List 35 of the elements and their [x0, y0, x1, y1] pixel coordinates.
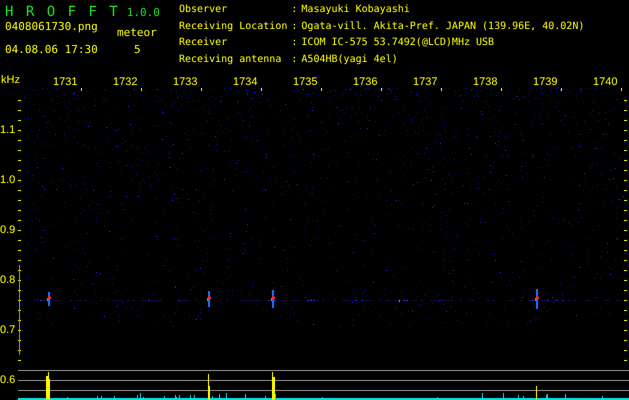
info-label: Receiver [179, 37, 228, 50]
x-axis-label: 1734 [233, 76, 258, 88]
meteor-count: 5 [133, 43, 142, 56]
info-label: Receiving antenna [179, 54, 282, 66]
app-title: H R O F F T [5, 4, 119, 20]
x-axis-label: 1733 [173, 76, 198, 88]
info-separator: : [291, 4, 298, 17]
x-axis-label: 1736 [353, 76, 378, 88]
x-axis-label: 1732 [113, 76, 138, 88]
info-separator: : [291, 54, 298, 66]
y-axis-label: 0.8 [0, 274, 16, 286]
info-value: ICOM IC-575 53.7492(@LCD)MHz USB [301, 37, 496, 50]
file-name: 0408061730.png [5, 20, 99, 35]
y-axis-label: 0.9 [0, 224, 16, 236]
info-value: Masayuki Kobayashi [301, 4, 411, 17]
y-axis-label: 1.0 [0, 174, 16, 186]
info-label: Observer [179, 4, 228, 17]
x-axis-label: 1737 [413, 76, 438, 88]
y-axis-label: 0.7 [0, 324, 16, 336]
info-value: A504HB(yagi 4el) [301, 54, 399, 66]
x-axis-label: 1731 [53, 76, 78, 88]
x-axis-label: 1738 [473, 76, 498, 88]
meteor-label: meteor [117, 26, 158, 39]
y-axis-label: 1.1 [0, 124, 16, 136]
info-separator: : [291, 20, 298, 34]
x-axis-label: 1740 [593, 76, 618, 88]
version-label: 1.0.0 [126, 6, 160, 19]
timestamp: 04.08.06 17:30 [5, 43, 99, 56]
x-axis-label: 1739 [533, 76, 558, 88]
info-label: Receiving Location [179, 20, 288, 34]
y-axis-label: 0.6 [0, 374, 16, 386]
info-value: Ogata-vill. Akita-Pref. JAPAN (139.96E, 40.02N) [301, 20, 584, 34]
x-axis-label: 1735 [293, 76, 318, 88]
axis-unit: kHz [1, 74, 20, 86]
info-separator: : [291, 37, 298, 50]
